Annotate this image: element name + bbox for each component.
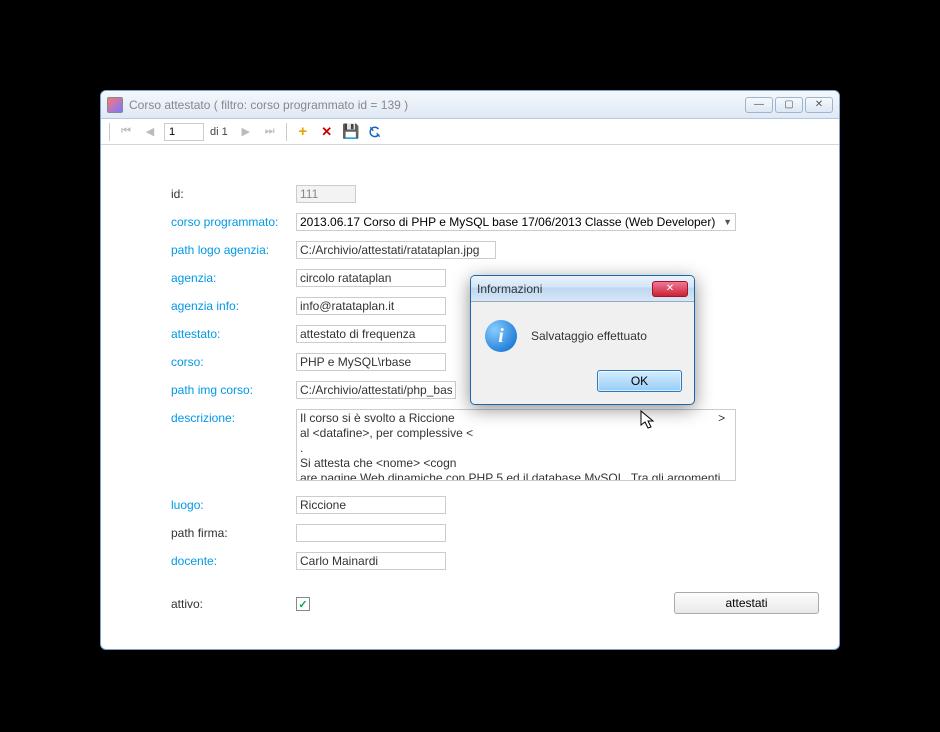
path-img-corso-field[interactable] xyxy=(296,381,456,399)
attestati-button[interactable]: attestati xyxy=(674,592,819,614)
refresh-icon[interactable] xyxy=(365,122,385,142)
dialog-message: Salvataggio effettuato xyxy=(531,329,647,343)
window-title: Corso attestato ( filtro: corso programm… xyxy=(129,98,745,112)
label-corso: corso: xyxy=(171,353,296,369)
add-icon[interactable]: + xyxy=(293,122,313,142)
dialog-titlebar: Informazioni ✕ xyxy=(471,276,694,302)
attestato-field[interactable] xyxy=(296,325,446,343)
chevron-down-icon: ▼ xyxy=(723,217,732,227)
info-icon: i xyxy=(485,320,517,352)
ok-button[interactable]: OK xyxy=(597,370,682,392)
label-corso-programmato: corso programmato: xyxy=(171,213,296,229)
nav-position-input[interactable] xyxy=(164,123,204,141)
corso-field[interactable] xyxy=(296,353,446,371)
nav-of-label: di 1 xyxy=(210,126,228,138)
label-id: id: xyxy=(171,185,296,201)
titlebar: Corso attestato ( filtro: corso programm… xyxy=(101,91,839,119)
window-close-button[interactable]: ✕ xyxy=(805,97,833,113)
label-path-firma: path firma: xyxy=(171,524,296,540)
app-icon xyxy=(107,97,123,113)
minimize-button[interactable]: — xyxy=(745,97,773,113)
label-attivo: attivo: xyxy=(171,595,296,611)
path-logo-field[interactable] xyxy=(296,241,496,259)
corso-programmato-select[interactable]: 2013.06.17 Corso di PHP e MySQL base 17/… xyxy=(296,213,736,231)
agenzia-field[interactable] xyxy=(296,269,446,287)
nav-first-icon[interactable]: ⏮ xyxy=(116,122,136,142)
label-attestato: attestato: xyxy=(171,325,296,341)
dialog-title: Informazioni xyxy=(477,282,652,296)
nav-prev-icon[interactable]: ◀ xyxy=(140,122,160,142)
corso-programmato-value: 2013.06.17 Corso di PHP e MySQL base 17/… xyxy=(300,215,715,229)
save-icon[interactable]: 💾 xyxy=(341,122,361,142)
luogo-field[interactable] xyxy=(296,496,446,514)
check-icon: ✓ xyxy=(298,598,307,611)
binding-navigator: ⏮ ◀ di 1 ▶ ⏭ + ✕ 💾 xyxy=(101,119,839,145)
id-field xyxy=(296,185,356,203)
label-docente: docente: xyxy=(171,552,296,568)
label-agenzia: agenzia: xyxy=(171,269,296,285)
descrizione-field[interactable] xyxy=(296,409,736,481)
docente-field[interactable] xyxy=(296,552,446,570)
nav-next-icon[interactable]: ▶ xyxy=(236,122,256,142)
nav-last-icon[interactable]: ⏭ xyxy=(260,122,280,142)
label-path-logo: path logo agenzia: xyxy=(171,241,296,257)
agenzia-info-field[interactable] xyxy=(296,297,446,315)
path-firma-field[interactable] xyxy=(296,524,446,542)
label-descrizione: descrizione: xyxy=(171,409,296,425)
dialog-close-button[interactable]: ✕ xyxy=(652,281,688,297)
label-path-img-corso: path img corso: xyxy=(171,381,296,397)
label-luogo: luogo: xyxy=(171,496,296,512)
info-dialog: Informazioni ✕ i Salvataggio effettuato … xyxy=(470,275,695,405)
label-agenzia-info: agenzia info: xyxy=(171,297,296,313)
delete-icon[interactable]: ✕ xyxy=(317,122,337,142)
attivo-checkbox[interactable]: ✓ xyxy=(296,597,310,611)
maximize-button[interactable]: ▢ xyxy=(775,97,803,113)
